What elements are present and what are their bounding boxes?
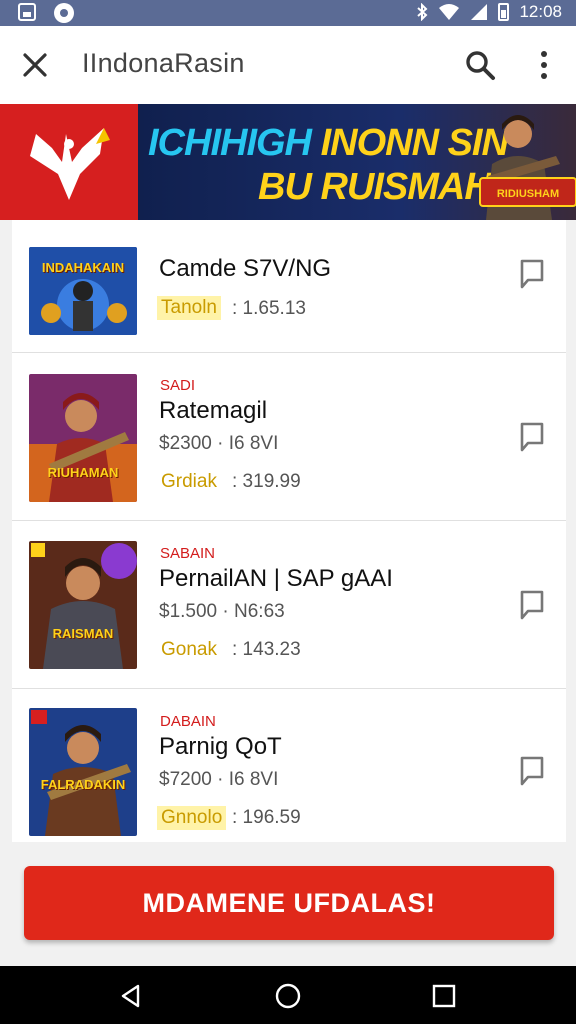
list-item[interactable]: INDAHAKAIN Camde S7V/NG Tanoln : 1.65.13 bbox=[12, 220, 566, 353]
more-options-icon[interactable] bbox=[530, 48, 558, 82]
product-tag: SABAIN bbox=[160, 545, 216, 562]
product-value: : 196.59 bbox=[232, 807, 301, 828]
back-icon[interactable] bbox=[118, 983, 144, 1009]
product-art-icon bbox=[29, 708, 137, 836]
recents-icon[interactable] bbox=[431, 983, 457, 1009]
product-label: Gnnolo bbox=[157, 806, 227, 830]
product-thumbnail: RAISMAN bbox=[29, 541, 137, 669]
product-tag: SADI bbox=[160, 377, 196, 394]
product-price: $7200 · I6 8VI bbox=[159, 769, 279, 790]
product-thumbnail: FALRADAKIN bbox=[29, 708, 137, 836]
product-value: : 1.65.13 bbox=[232, 298, 306, 319]
gallery-notification-icon bbox=[18, 3, 36, 21]
battery-icon bbox=[498, 3, 510, 21]
phoenix-icon bbox=[30, 128, 110, 200]
product-value: : 319.99 bbox=[232, 471, 301, 492]
product-price: $2300 · I6 8VI bbox=[159, 433, 279, 454]
promo-banner[interactable]: ICHIHIGH INONN SIN BU RUISMAHI RIDIUSHAM bbox=[0, 104, 576, 220]
product-tag: DABAIN bbox=[160, 713, 216, 730]
product-thumbnail: RIUHAMAN bbox=[29, 374, 137, 502]
product-thumbnail: INDAHAKAIN bbox=[29, 247, 137, 335]
banner-hero-image: RIDIUSHAM bbox=[479, 115, 576, 220]
product-name: Parnig QoT bbox=[159, 733, 282, 760]
banner-headline-1-blue: ICHIHIGH bbox=[148, 122, 312, 164]
signal-icon bbox=[471, 4, 488, 20]
product-list: INDAHAKAIN Camde S7V/NG Tanoln : 1.65.13… bbox=[12, 220, 566, 842]
product-price: $1.500 · N6:63 bbox=[159, 601, 285, 622]
product-value: : 143.23 bbox=[232, 639, 301, 660]
banner-badge-text: RIDIUSHAM bbox=[497, 188, 559, 200]
product-label: Tanoln bbox=[157, 296, 221, 320]
home-icon[interactable] bbox=[275, 983, 301, 1009]
thumb-title: FALRADAKIN bbox=[40, 777, 126, 792]
thumb-title: RAISMAN bbox=[52, 626, 114, 641]
product-art-icon bbox=[29, 541, 137, 669]
status-time: 12:08 bbox=[519, 2, 562, 21]
list-item[interactable]: RAISMAN SABAIN PernailAN | SAP gAAI $1.5… bbox=[12, 521, 566, 689]
bookmark-icon[interactable] bbox=[518, 258, 546, 290]
bookmark-icon[interactable] bbox=[518, 421, 546, 453]
list-item[interactable]: FALRADAKIN DABAIN Parnig QoT $7200 · I6 … bbox=[12, 689, 566, 842]
search-icon[interactable] bbox=[462, 47, 498, 83]
banner-headline-1: ICHIHIGH INONN SIN bbox=[148, 122, 509, 165]
app-notification-icon bbox=[54, 3, 74, 23]
wifi-icon bbox=[439, 4, 460, 20]
list-item[interactable]: RIUHAMAN SADI Ratemagil $2300 · I6 8VI G… bbox=[12, 353, 566, 521]
product-label: Grdiak bbox=[161, 471, 217, 492]
product-label: Gonak bbox=[161, 639, 217, 660]
product-name: Ratemagil bbox=[159, 397, 268, 424]
system-nav-bar bbox=[0, 966, 576, 1024]
page-title: IIndonaRasin bbox=[82, 48, 245, 78]
bluetooth-icon bbox=[417, 3, 428, 21]
primary-action-button[interactable]: MDAMENE UFDALAS! bbox=[24, 866, 554, 940]
status-bar: 12:08 bbox=[0, 0, 576, 26]
product-name: PernailAN | SAP gAAI bbox=[159, 565, 393, 592]
banner-logo bbox=[0, 104, 138, 220]
close-icon[interactable] bbox=[18, 48, 52, 82]
product-name: Camde S7V/NG bbox=[159, 255, 332, 282]
thumb-title: RIUHAMAN bbox=[47, 465, 119, 480]
bookmark-icon[interactable] bbox=[518, 589, 546, 621]
banner-headline-2: BU RUISMAHI bbox=[258, 166, 501, 208]
product-art-icon bbox=[29, 374, 137, 502]
bookmark-icon[interactable] bbox=[518, 755, 546, 787]
thumb-title: INDAHAKAIN bbox=[41, 260, 125, 275]
app-bar: IIndonaRasin bbox=[0, 26, 576, 104]
